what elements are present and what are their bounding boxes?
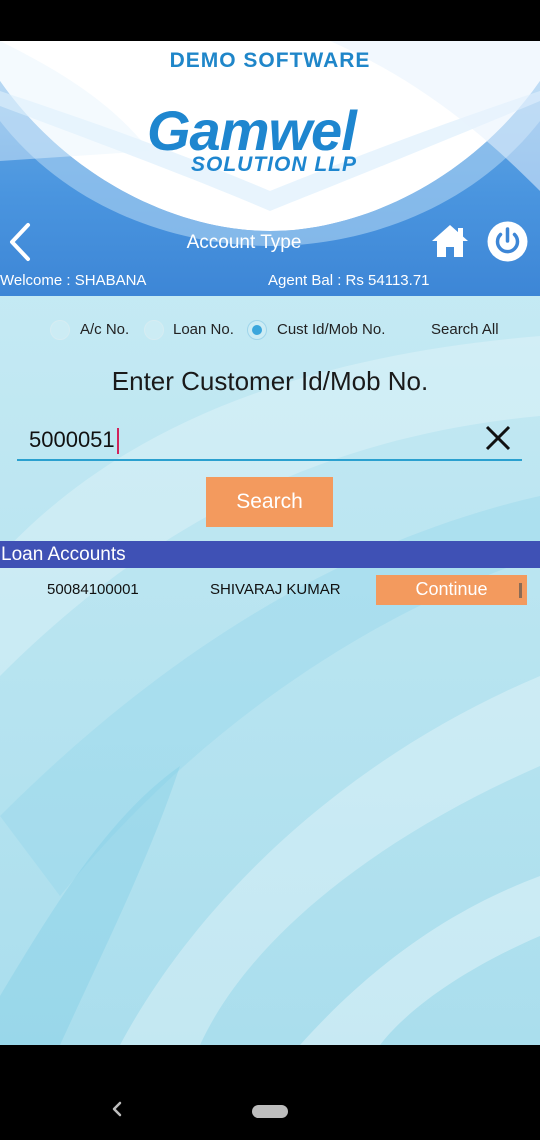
customer-id-input[interactable] [29,426,469,454]
company-logo: Gamwel SOLUTION LLP [147,99,397,179]
search-type-group: A/c No. Loan No. Cust Id/Mob No. Search … [0,317,540,343]
app-screen: DEMO SOFTWARE Gamwel SOLUTION LLP Accoun… [0,41,540,1045]
input-prompt: Enter Customer Id/Mob No. [111,366,429,396]
continue-label: Continue [415,579,488,599]
radio-label-search-all: Search All [431,321,499,338]
customer-name: SHIVARAJ KUMAR [210,581,341,598]
system-back-icon[interactable] [110,1101,124,1117]
radio-label-cust-id-mob: Cust Id/Mob No. [277,321,386,338]
chevron-left-icon [10,223,30,261]
customer-id-field [17,419,522,461]
radio-label-ac-no: A/c No. [80,321,130,338]
account-number: 50084100001 [47,581,139,598]
close-icon [485,425,511,451]
search-button[interactable]: Search [206,477,333,527]
logout-button[interactable] [487,221,528,262]
radio-loan-no[interactable] [144,320,164,340]
clear-input-button[interactable] [484,424,512,452]
demo-banner-text: DEMO SOFTWARE [169,49,371,72]
background-swirl-graphic [0,336,540,1045]
home-button[interactable] [430,223,470,259]
loan-accounts-header: Loan Accounts [0,541,540,568]
text-caret [117,428,119,454]
status-bar [0,0,540,41]
page-title: Account Type [186,232,302,253]
welcome-text: Welcome : SHABANA [0,272,147,289]
system-nav-bar [0,1045,540,1140]
power-icon [487,221,528,262]
agent-balance: Agent Bal : Rs 54113.71 [268,272,430,289]
radio-cust-id-mob[interactable] [247,320,267,340]
continue-button[interactable]: Continue [376,575,527,605]
back-button[interactable] [4,221,38,263]
scroll-indicator [519,583,522,598]
radio-ac-no[interactable] [50,320,70,340]
logo-sub-text: SOLUTION LLP [191,153,357,176]
system-home-pill[interactable] [252,1105,288,1118]
home-icon [432,225,468,257]
radio-label-loan-no: Loan No. [173,321,234,338]
table-row: 50084100001 SHIVARAJ KUMAR Continue [0,575,540,605]
